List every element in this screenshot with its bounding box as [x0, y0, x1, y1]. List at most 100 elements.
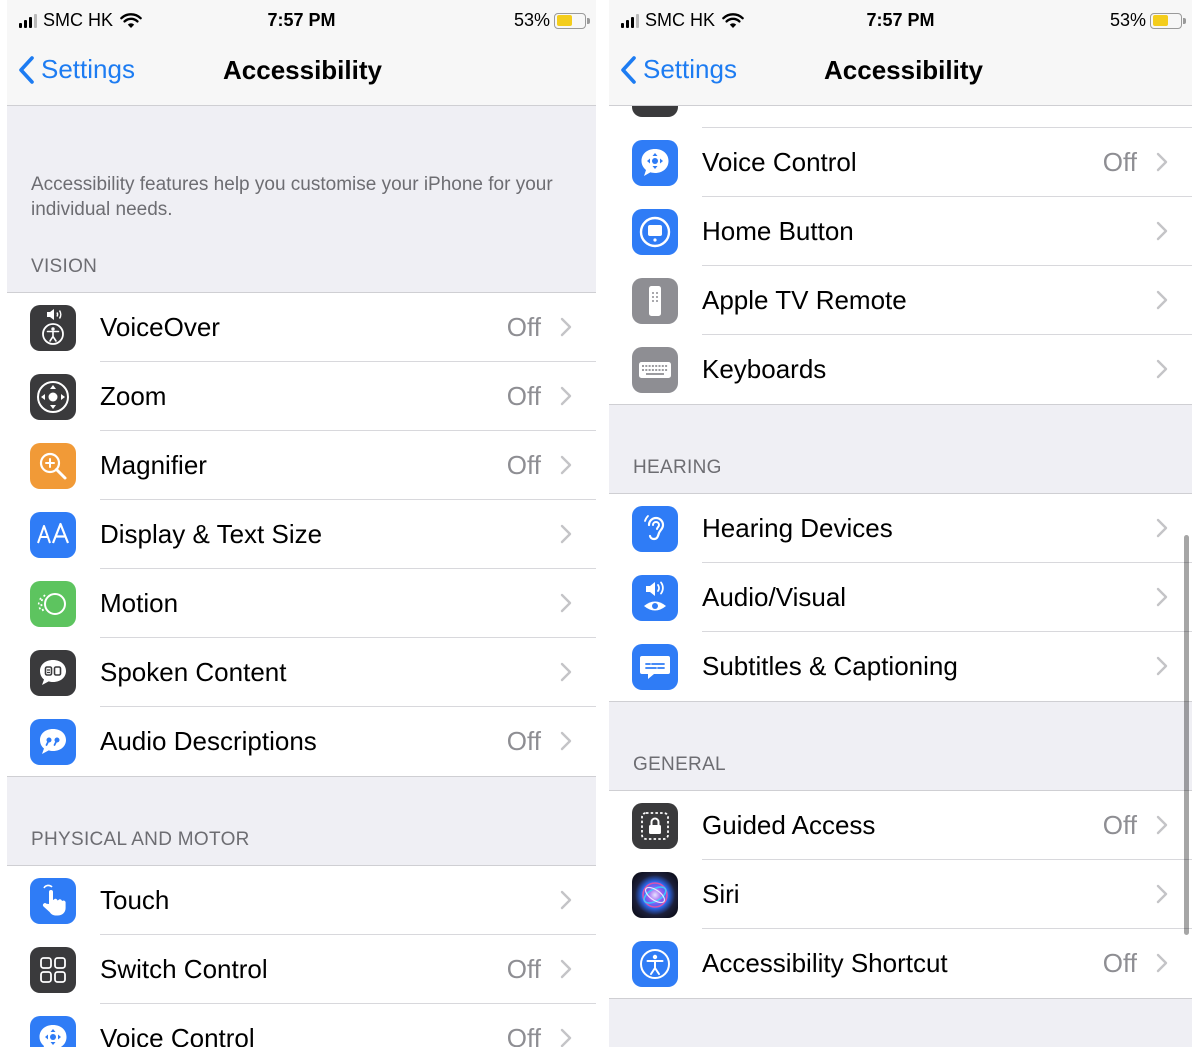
audio-visual-icon — [632, 575, 678, 621]
section-header-physical-motor: PHYSICAL AND MOTOR — [31, 829, 250, 850]
row-label: Switch Control — [100, 954, 268, 984]
row-motion[interactable]: Motion — [7, 569, 596, 638]
screenshot-pair: SMC HK 7:57 PM 53% Settings Accessibilit… — [0, 0, 1192, 1047]
row-label: Siri — [702, 879, 740, 909]
chevron-right-icon — [1156, 884, 1168, 904]
navigation-bar: Settings Accessibility — [609, 42, 1192, 106]
row-home-button[interactable]: Home Button — [609, 197, 1192, 266]
row-apple-tv-remote[interactable]: Apple TV Remote — [609, 266, 1192, 335]
chevron-right-icon — [560, 455, 572, 475]
row-label: Audio/Visual — [702, 582, 847, 612]
battery-percent: 53% — [1109, 10, 1146, 30]
display-text-size-icon — [30, 512, 76, 558]
row-voiceover[interactable]: VoiceOver Off — [7, 293, 596, 362]
row-value: Off — [1102, 948, 1137, 978]
home-button-icon — [632, 209, 678, 255]
zoom-icon — [30, 374, 76, 420]
row-value: Off — [506, 954, 541, 984]
group-general: Guided Access Off Siri Accessibility Sho… — [609, 790, 1192, 999]
back-label: Settings — [41, 54, 135, 84]
row-guided-access[interactable]: Guided Access Off — [609, 791, 1192, 860]
row-value: Off — [506, 312, 541, 342]
row-subtitles-captioning[interactable]: Subtitles & Captioning — [609, 632, 1192, 701]
navigation-bar: Settings Accessibility — [7, 42, 596, 106]
row-value: Off — [506, 1023, 541, 1047]
row-label: Keyboards — [702, 354, 827, 384]
row-value: Off — [506, 726, 541, 756]
section-header-hearing: HEARING — [633, 457, 722, 478]
row-voice-control[interactable]: Voice Control Off — [609, 128, 1192, 197]
chevron-right-icon — [1156, 359, 1168, 379]
voice-control-icon — [632, 140, 678, 186]
subtitles-icon — [632, 644, 678, 690]
ear-icon — [632, 506, 678, 552]
chevron-right-icon — [560, 662, 572, 682]
chevron-right-icon — [1156, 656, 1168, 676]
row-voice-control[interactable]: Voice Control Off — [7, 1004, 596, 1047]
row-audio-descriptions[interactable]: Audio Descriptions Off — [7, 707, 596, 776]
chevron-left-icon — [19, 55, 34, 84]
section-header-vision: VISION — [31, 256, 98, 277]
chevron-right-icon — [1156, 152, 1168, 172]
voiceover-icon — [30, 305, 76, 351]
row-label: Magnifier — [100, 450, 207, 480]
back-button[interactable]: Settings — [19, 54, 135, 85]
chevron-right-icon — [1156, 587, 1168, 607]
motion-icon — [30, 581, 76, 627]
chevron-right-icon — [1156, 290, 1168, 310]
row-accessibility-shortcut[interactable]: Accessibility Shortcut Off — [609, 929, 1192, 998]
row-keyboards[interactable]: Keyboards — [609, 335, 1192, 404]
row-label: Accessibility Shortcut — [702, 948, 948, 978]
row-label: Guided Access — [702, 810, 876, 840]
row-label: Display & Text Size — [100, 519, 323, 549]
section-header-general: GENERAL — [633, 754, 726, 775]
row-label: Apple TV Remote — [702, 285, 907, 315]
row-magnifier[interactable]: Magnifier Off — [7, 431, 596, 500]
group-physical-motor: Voice Control Off Home Button Apple TV R… — [609, 59, 1192, 405]
row-label: Touch — [100, 885, 170, 915]
row-label: Home Button — [702, 216, 854, 246]
row-value: Off — [1102, 810, 1137, 840]
guided-access-icon — [632, 803, 678, 849]
status-right: 53% — [1109, 10, 1186, 31]
touch-icon — [30, 878, 76, 924]
chevron-right-icon — [560, 890, 572, 910]
left-screen: SMC HK 7:57 PM 53% Settings Accessibilit… — [7, 0, 596, 1047]
chevron-right-icon — [560, 959, 572, 979]
page-title: Accessibility — [824, 55, 983, 85]
group-physical-motor: Touch Switch Control Off Voice Control O… — [7, 865, 596, 1047]
row-audio-visual[interactable]: Audio/Visual — [609, 563, 1192, 632]
row-siri[interactable]: Siri — [609, 860, 1192, 929]
row-label: Hearing Devices — [702, 513, 893, 543]
scrollbar[interactable] — [1184, 535, 1189, 935]
row-label: Motion — [100, 588, 179, 618]
chevron-right-icon — [1156, 221, 1168, 241]
battery-percent: 53% — [513, 10, 550, 30]
chevron-left-icon — [621, 55, 636, 84]
battery-icon — [554, 12, 590, 29]
row-touch[interactable]: Touch — [7, 866, 596, 935]
status-bar: SMC HK 7:57 PM 53% — [609, 0, 1192, 42]
section-gap — [7, 777, 596, 829]
battery-icon — [1150, 12, 1186, 29]
row-zoom[interactable]: Zoom Off — [7, 362, 596, 431]
back-button[interactable]: Settings — [621, 54, 737, 85]
voice-control-icon — [30, 1016, 76, 1047]
chevron-right-icon — [560, 731, 572, 751]
settings-list: Voice Control Off Home Button Apple TV R… — [609, 59, 1192, 1047]
row-spoken-content[interactable]: Spoken Content — [7, 638, 596, 707]
apple-tv-remote-icon — [632, 278, 678, 324]
row-label: Audio Descriptions — [100, 726, 317, 756]
chevron-right-icon — [1156, 815, 1168, 835]
row-label: VoiceOver — [100, 312, 220, 342]
chevron-right-icon — [1156, 953, 1168, 973]
row-label: Voice Control — [702, 147, 857, 177]
group-hearing: Hearing Devices Audio/Visual Subtitles &… — [609, 493, 1192, 702]
row-display-text-size[interactable]: Display & Text Size — [7, 500, 596, 569]
row-switch-control[interactable]: Switch Control Off — [7, 935, 596, 1004]
row-hearing-devices[interactable]: Hearing Devices — [609, 494, 1192, 563]
chevron-right-icon — [560, 386, 572, 406]
audio-descriptions-icon — [30, 719, 76, 765]
spoken-content-icon — [30, 650, 76, 696]
chevron-right-icon — [560, 1028, 572, 1047]
